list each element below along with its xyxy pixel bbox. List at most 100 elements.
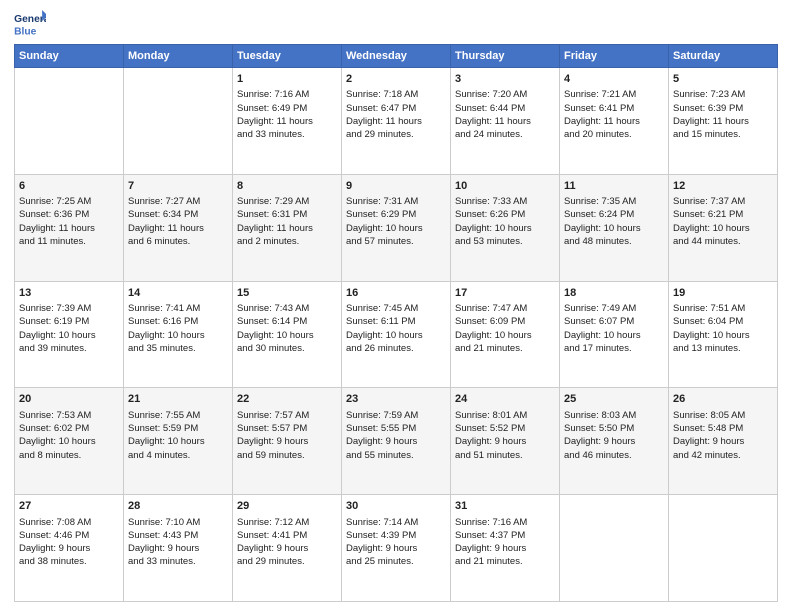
cell-text: Sunset: 5:55 PM <box>346 422 446 435</box>
calendar-cell: 18Sunrise: 7:49 AMSunset: 6:07 PMDayligh… <box>560 281 669 388</box>
day-number: 25 <box>564 392 664 407</box>
cell-text: Sunset: 6:11 PM <box>346 315 446 328</box>
calendar-cell: 16Sunrise: 7:45 AMSunset: 6:11 PMDayligh… <box>342 281 451 388</box>
calendar-cell: 14Sunrise: 7:41 AMSunset: 6:16 PMDayligh… <box>124 281 233 388</box>
cell-text: Sunrise: 7:16 AM <box>455 516 555 529</box>
calendar-cell: 26Sunrise: 8:05 AMSunset: 5:48 PMDayligh… <box>669 388 778 495</box>
cell-text: Daylight: 10 hours <box>455 222 555 235</box>
day-number: 3 <box>455 72 555 87</box>
day-number: 20 <box>19 392 119 407</box>
cell-text: Sunrise: 7:59 AM <box>346 409 446 422</box>
calendar-cell: 28Sunrise: 7:10 AMSunset: 4:43 PMDayligh… <box>124 495 233 602</box>
cell-text: Sunrise: 7:20 AM <box>455 88 555 101</box>
cell-text: Sunset: 6:36 PM <box>19 208 119 221</box>
calendar-cell: 27Sunrise: 7:08 AMSunset: 4:46 PMDayligh… <box>15 495 124 602</box>
day-number: 5 <box>673 72 773 87</box>
cell-text: Sunset: 6:02 PM <box>19 422 119 435</box>
calendar-cell: 8Sunrise: 7:29 AMSunset: 6:31 PMDaylight… <box>233 174 342 281</box>
cell-text: and 30 minutes. <box>237 342 337 355</box>
cell-text: and 11 minutes. <box>19 235 119 248</box>
calendar-cell: 7Sunrise: 7:27 AMSunset: 6:34 PMDaylight… <box>124 174 233 281</box>
cell-text: Sunrise: 7:23 AM <box>673 88 773 101</box>
cell-text: Sunrise: 7:49 AM <box>564 302 664 315</box>
cell-text: Daylight: 10 hours <box>19 435 119 448</box>
day-number: 1 <box>237 72 337 87</box>
cell-text: Sunset: 5:48 PM <box>673 422 773 435</box>
calendar-cell: 20Sunrise: 7:53 AMSunset: 6:02 PMDayligh… <box>15 388 124 495</box>
day-header-thursday: Thursday <box>451 45 560 68</box>
cell-text: and 33 minutes. <box>128 555 228 568</box>
calendar-cell: 23 Sunrise: 7:59 AMSunset: 5:55 PMDayligh… <box>342 388 451 495</box>
cell-text: and 21 minutes. <box>455 555 555 568</box>
day-number: 6 <box>19 179 119 194</box>
day-number: 28 <box>128 499 228 514</box>
day-header-saturday: Saturday <box>669 45 778 68</box>
day-header-friday: Friday <box>560 45 669 68</box>
day-number: 9 <box>346 179 446 194</box>
week-row-5: 27Sunrise: 7:08 AMSunset: 4:46 PMDayligh… <box>15 495 778 602</box>
day-number: 7 <box>128 179 228 194</box>
calendar-cell: 15Sunrise: 7:43 AMSunset: 6:14 PMDayligh… <box>233 281 342 388</box>
cell-text: Sunrise: 7:14 AM <box>346 516 446 529</box>
day-number: 27 <box>19 499 119 514</box>
cell-text: Daylight: 9 hours <box>346 435 446 448</box>
cell-text: and 33 minutes. <box>237 128 337 141</box>
header-row: SundayMondayTuesdayWednesdayThursdayFrid… <box>15 45 778 68</box>
cell-text: Sunrise: 7:51 AM <box>673 302 773 315</box>
cell-text: and 48 minutes. <box>564 235 664 248</box>
page: General Blue SundayMondayTuesdayWednesda… <box>0 0 792 612</box>
day-number: 23 <box>346 392 446 407</box>
day-number: 19 <box>673 286 773 301</box>
cell-text: Sunrise: 7:16 AM <box>237 88 337 101</box>
cell-text: and 24 minutes. <box>455 128 555 141</box>
logo: General Blue <box>14 10 48 38</box>
cell-text: and 55 minutes. <box>346 449 446 462</box>
calendar-cell: 5Sunrise: 7:23 AMSunset: 6:39 PMDaylight… <box>669 68 778 175</box>
cell-text: Daylight: 10 hours <box>128 435 228 448</box>
cell-text: Daylight: 11 hours <box>673 115 773 128</box>
week-row-2: 6Sunrise: 7:25 AMSunset: 6:36 PMDaylight… <box>15 174 778 281</box>
day-number: 30 <box>346 499 446 514</box>
cell-text: Daylight: 11 hours <box>237 115 337 128</box>
calendar-cell: 21Sunrise: 7:55 AMSunset: 5:59 PMDayligh… <box>124 388 233 495</box>
cell-text: Sunset: 4:46 PM <box>19 529 119 542</box>
cell-text: Sunrise: 7:39 AM <box>19 302 119 315</box>
cell-text: Sunrise: 7:45 AM <box>346 302 446 315</box>
cell-text: Daylight: 9 hours <box>673 435 773 448</box>
day-number: 11 <box>564 179 664 194</box>
cell-text: Daylight: 10 hours <box>237 329 337 342</box>
cell-text: Daylight: 10 hours <box>346 329 446 342</box>
cell-text: and 42 minutes. <box>673 449 773 462</box>
cell-text: Daylight: 10 hours <box>673 222 773 235</box>
day-header-monday: Monday <box>124 45 233 68</box>
day-number: 18 <box>564 286 664 301</box>
cell-text: and 17 minutes. <box>564 342 664 355</box>
svg-text:General: General <box>14 14 46 25</box>
header: General Blue <box>14 10 778 38</box>
day-number: 21 <box>128 392 228 407</box>
cell-text: and 29 minutes. <box>237 555 337 568</box>
calendar-cell: 25Sunrise: 8:03 AMSunset: 5:50 PMDayligh… <box>560 388 669 495</box>
cell-text: Sunrise: 8:01 AM <box>455 409 555 422</box>
cell-text: Sunset: 6:39 PM <box>673 102 773 115</box>
calendar-cell: 6Sunrise: 7:25 AMSunset: 6:36 PMDaylight… <box>15 174 124 281</box>
cell-text: Sunset: 6:14 PM <box>237 315 337 328</box>
calendar-cell: 4Sunrise: 7:21 AMSunset: 6:41 PMDaylight… <box>560 68 669 175</box>
cell-text: and 15 minutes. <box>673 128 773 141</box>
calendar-cell <box>560 495 669 602</box>
cell-text: and 8 minutes. <box>19 449 119 462</box>
calendar-cell: 12Sunrise: 7:37 AMSunset: 6:21 PMDayligh… <box>669 174 778 281</box>
cell-text: Daylight: 11 hours <box>346 115 446 128</box>
day-number: 22 <box>237 392 337 407</box>
cell-text: Daylight: 9 hours <box>455 542 555 555</box>
cell-text: and 57 minutes. <box>346 235 446 248</box>
calendar-cell: 24Sunrise: 8:01 AMSunset: 5:52 PMDayligh… <box>451 388 560 495</box>
cell-text: Sunrise: 7:41 AM <box>128 302 228 315</box>
cell-text: Sunset: 6:41 PM <box>564 102 664 115</box>
cell-text: Daylight: 11 hours <box>128 222 228 235</box>
cell-text: Daylight: 9 hours <box>564 435 664 448</box>
cell-text: Sunrise: 7:29 AM <box>237 195 337 208</box>
cell-text: Sunrise: 7:43 AM <box>237 302 337 315</box>
cell-text: Daylight: 11 hours <box>455 115 555 128</box>
cell-text: Sunrise: 7:37 AM <box>673 195 773 208</box>
